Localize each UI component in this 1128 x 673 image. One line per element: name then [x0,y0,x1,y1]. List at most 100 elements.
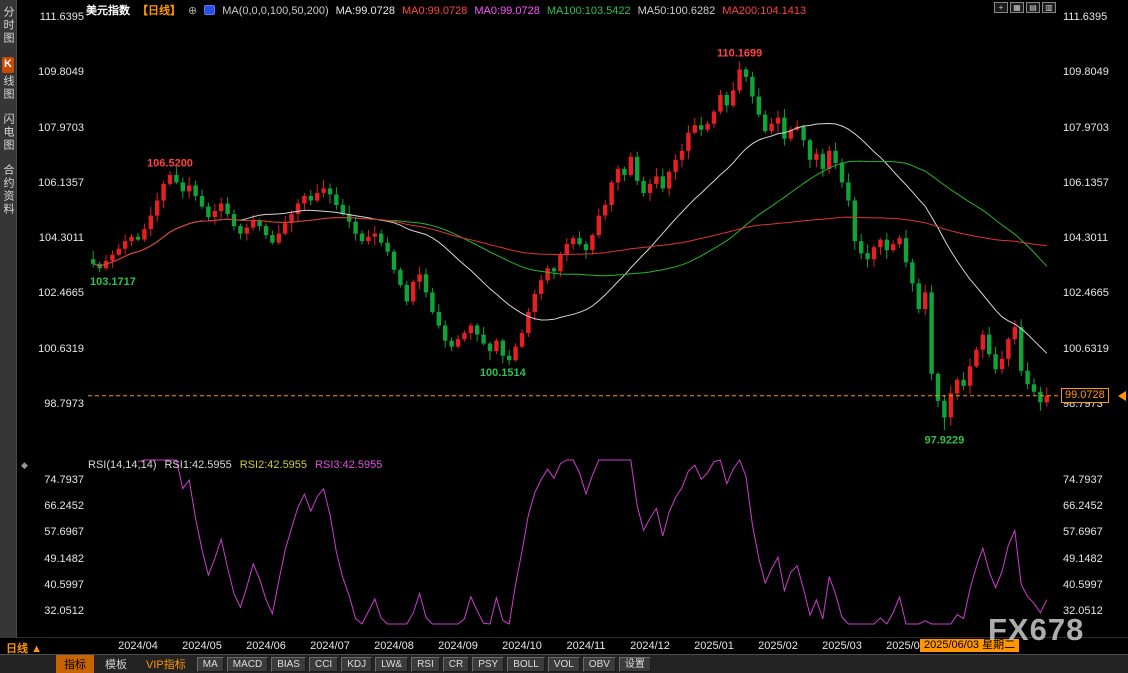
candle [443,326,447,341]
candle [334,195,338,206]
candle [955,380,959,394]
rsi-indicator-chart[interactable] [88,456,1060,628]
sidebar-item-1[interactable]: 分时图 [0,6,16,45]
candle [565,244,569,255]
candle [584,244,588,250]
y-axis-label: 66.2452 [18,500,84,512]
add-indicator-icon[interactable]: ⊕ [188,5,197,17]
candle [801,127,805,141]
candle [123,241,127,249]
toolbar-tab-2[interactable]: 模板 [97,655,135,673]
candle [251,220,255,228]
candle [430,292,434,312]
indicator-button-macd[interactable]: MACD [227,657,268,672]
y-axis-label: 98.7973 [18,398,84,410]
indicator-button-obv[interactable]: OBV [583,657,616,672]
candle [129,237,133,242]
candle [398,270,402,285]
candle [181,182,185,191]
y-axis-label: 74.7937 [18,474,84,486]
candle [571,238,575,244]
candle [731,91,735,106]
candle [481,335,485,344]
candle [917,283,921,309]
ma-current: MA:99.0728 [336,5,395,17]
candle [494,341,498,352]
candle [840,163,844,183]
candle [1025,371,1029,385]
rsi-line [138,460,1047,624]
candle [520,333,524,347]
candle [264,226,268,235]
sidebar-item-4[interactable]: 合约资料 [0,164,16,216]
indicator-button-cr[interactable]: CR [443,657,469,672]
active-tab-badge: K [2,57,14,73]
indicator-button-vol[interactable]: VOL [548,657,580,672]
chart-type-icon[interactable] [204,5,215,15]
y-axis-label: 32.0512 [18,605,84,617]
rsi1-value: RSI1:42.5955 [164,459,231,471]
price-annotation: 110.1699 [717,47,762,59]
sidebar-item-3[interactable]: 闪电图 [0,113,16,152]
price-arrow-marker [1118,391,1126,401]
y-axis-label: 57.6967 [1063,526,1125,538]
candle [641,181,645,193]
add-pane-icon[interactable]: + [994,2,1008,13]
candle [821,154,825,169]
candle [859,241,863,253]
candle [341,205,345,214]
candle [206,207,210,218]
candle [552,268,556,271]
y-axis-label: 49.1482 [18,553,84,565]
y-axis-label: 40.5997 [1063,579,1125,591]
candle [904,238,908,262]
candle [667,172,671,189]
x-axis-label: 2025/03 [814,640,870,652]
candle [577,238,581,244]
candle [846,182,850,200]
candle [533,294,537,312]
grid-layout-icon[interactable]: ▦ [1010,2,1024,13]
candle [808,140,812,160]
candle [981,335,985,350]
sidebar-item-2[interactable]: K线图 [0,57,16,101]
candle [936,374,940,401]
y-axis-label: 106.1357 [18,177,84,189]
y-axis-label: 66.2452 [1063,500,1125,512]
indicator-button-ma[interactable]: MA [197,657,224,672]
main-candlestick-chart[interactable]: 106.5200103.1717100.1514110.169997.9229 [88,14,1060,452]
vertical-split-icon[interactable]: ▥ [1042,2,1056,13]
candle [942,401,946,418]
candle [385,243,389,252]
candle [833,151,837,163]
candle [321,188,325,193]
candle [891,244,895,250]
settings-button[interactable]: 设置 [619,657,651,672]
x-axis-label: 2024/09 [430,640,486,652]
y-axis-label: 102.4665 [1063,287,1125,299]
candle [769,124,773,132]
candle [1000,359,1004,370]
candle [814,154,818,160]
candle [526,312,530,333]
ma100-line [93,161,1047,276]
indicator-diamond-icon: ◆ [21,460,28,471]
indicator-button-kdj[interactable]: KDJ [341,657,372,672]
toolbar-tab-1[interactable]: 指标 [56,655,94,673]
indicator-button-lw[interactable]: LW& [375,657,408,672]
indicator-button-cci[interactable]: CCI [309,657,338,672]
rsi2-value: RSI2:42.5955 [240,459,307,471]
indicator-button-bias[interactable]: BIAS [271,657,306,672]
watermark: FX678 [988,612,1084,648]
indicator-button-psy[interactable]: PSY [472,657,504,672]
candle [725,95,729,106]
indicator-button-boll[interactable]: BOLL [507,657,545,672]
candle [161,184,165,201]
period-tag: 【日线】 [137,5,181,17]
candle [974,350,978,367]
candle [558,255,562,272]
toolbar-tab-3[interactable]: VIP指标 [138,655,194,673]
indicator-button-rsi[interactable]: RSI [411,657,440,672]
left-sidebar: 分时图 K线图闪电图合约资料 [0,0,17,638]
horizontal-split-icon[interactable]: ▤ [1026,2,1040,13]
